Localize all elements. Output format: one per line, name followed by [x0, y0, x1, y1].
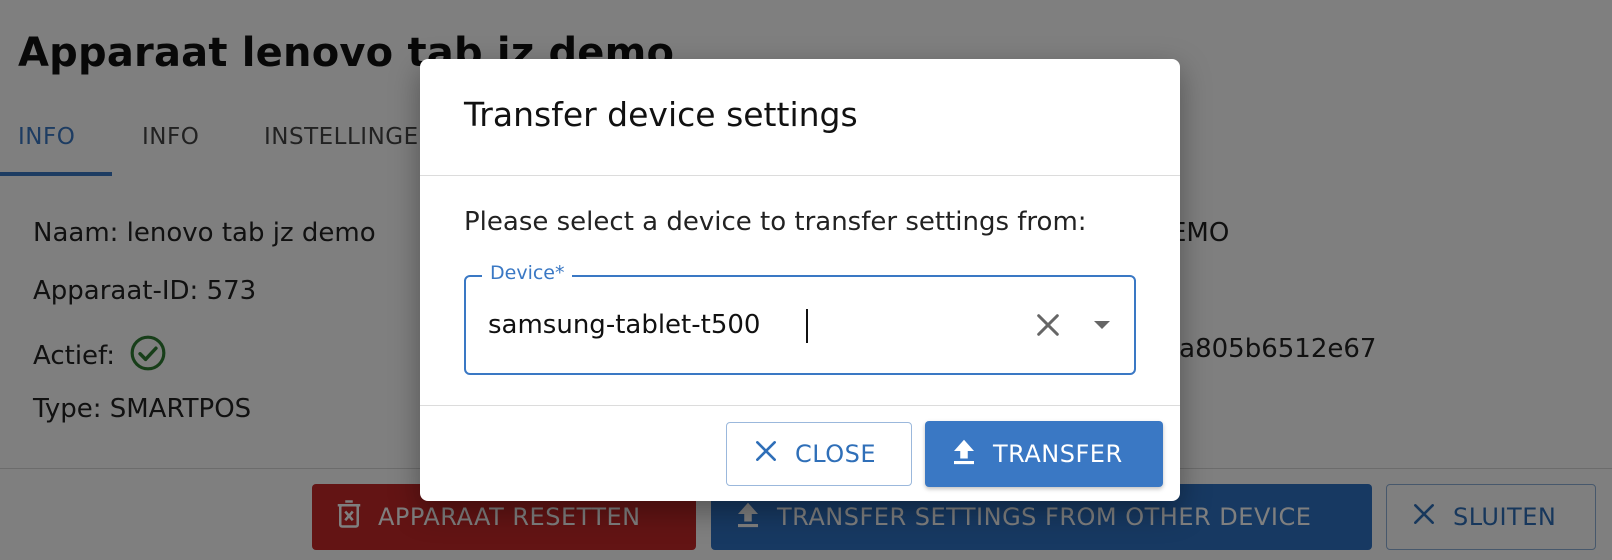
transfer-button-label: TRANSFER [993, 440, 1123, 468]
dialog-footer-divider [420, 405, 1180, 406]
close-button[interactable]: CLOSE [726, 422, 912, 486]
dialog-title: Transfer device settings [464, 95, 858, 134]
device-select-field[interactable]: Device* [464, 262, 1136, 375]
close-icon [753, 438, 779, 470]
close-button-label: CLOSE [795, 440, 877, 468]
arrow-drop-down-icon[interactable] [1086, 309, 1118, 341]
transfer-button[interactable]: TRANSFER [925, 421, 1163, 487]
text-caret [806, 309, 808, 343]
upload-icon [951, 436, 977, 472]
clear-icon[interactable] [1032, 309, 1064, 341]
device-field-label: Device* [482, 262, 573, 284]
dialog-prompt: Please select a device to transfer setti… [464, 207, 1087, 237]
device-input[interactable] [488, 305, 988, 345]
dialog-header-divider [420, 175, 1180, 176]
transfer-dialog: Transfer device settings Please select a… [420, 59, 1180, 501]
